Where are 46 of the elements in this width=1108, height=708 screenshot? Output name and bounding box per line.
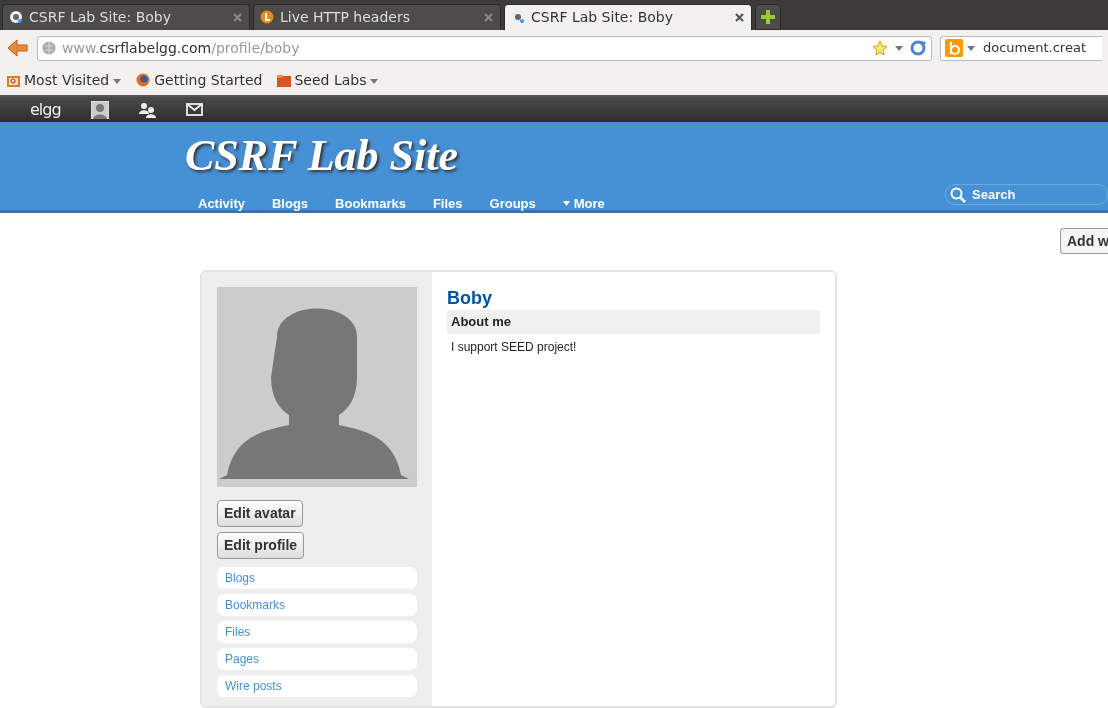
section-heading: About me — [447, 310, 820, 334]
mail-icon[interactable] — [185, 103, 203, 116]
site-icon — [9, 10, 24, 25]
new-tab-button[interactable] — [755, 4, 781, 30]
profile-link[interactable]: Wire posts — [217, 675, 417, 697]
search-engine-field[interactable]: document.creat — [940, 35, 1102, 61]
search-field[interactable]: Search — [945, 184, 1108, 205]
menu-link[interactable]: Blogs — [271, 194, 309, 214]
folder-icon — [6, 73, 21, 88]
about-text: I support SEED project! — [450, 338, 578, 356]
profile-link[interactable]: Pages — [217, 648, 417, 670]
search-engine-icon — [945, 39, 963, 57]
elgg-logo[interactable]: elgg — [30, 97, 61, 122]
bookmark-item[interactable]: Most Visited — [6, 70, 123, 91]
star-icon[interactable] — [872, 40, 888, 56]
plus-icon — [760, 9, 776, 25]
menu-link[interactable]: More — [562, 194, 605, 214]
back-arrow-icon[interactable] — [6, 37, 29, 59]
profile-link[interactable]: Bookmarks — [217, 594, 417, 616]
profile-button[interactable]: Edit profile — [217, 532, 305, 559]
friends-icon[interactable] — [138, 101, 156, 118]
menu-link[interactable]: Files — [432, 194, 463, 214]
menu-link[interactable]: Bookmarks — [335, 194, 406, 214]
browser-tab[interactable]: CSRF Lab Site: Boby — [2, 4, 250, 30]
profile-button[interactable]: Edit avatar — [217, 500, 303, 527]
profile-link[interactable]: Blogs — [217, 567, 417, 589]
site-title: CSRF Lab Site — [185, 134, 459, 178]
bookmark-item[interactable]: Seed Labs — [276, 70, 380, 91]
folder-icon — [276, 73, 292, 88]
bookmark-item[interactable]: Getting Started — [136, 70, 263, 91]
dropdown-arrow-icon[interactable] — [894, 44, 904, 52]
browser-logo-icon — [136, 73, 152, 88]
menu-link[interactable]: Groups — [489, 194, 536, 214]
l-logo-icon — [260, 10, 275, 25]
profile-name: Boby — [447, 287, 493, 310]
browser-tab[interactable]: Live HTTP headers — [253, 4, 501, 30]
globe-icon — [42, 41, 56, 55]
close-icon[interactable] — [734, 12, 745, 23]
avatar-icon[interactable] — [90, 100, 109, 119]
dropdown-arrow-icon — [966, 44, 976, 52]
search-icon — [950, 186, 966, 203]
browser-tab[interactable]: CSRF Lab Site: Boby — [504, 4, 752, 30]
profile-link[interactable]: Files — [217, 621, 417, 643]
menu-link[interactable]: Activity — [198, 194, 245, 214]
reload-icon[interactable] — [910, 40, 927, 56]
url-field[interactable]: www.csrflabelgg.com/profile/boby — [37, 35, 932, 61]
